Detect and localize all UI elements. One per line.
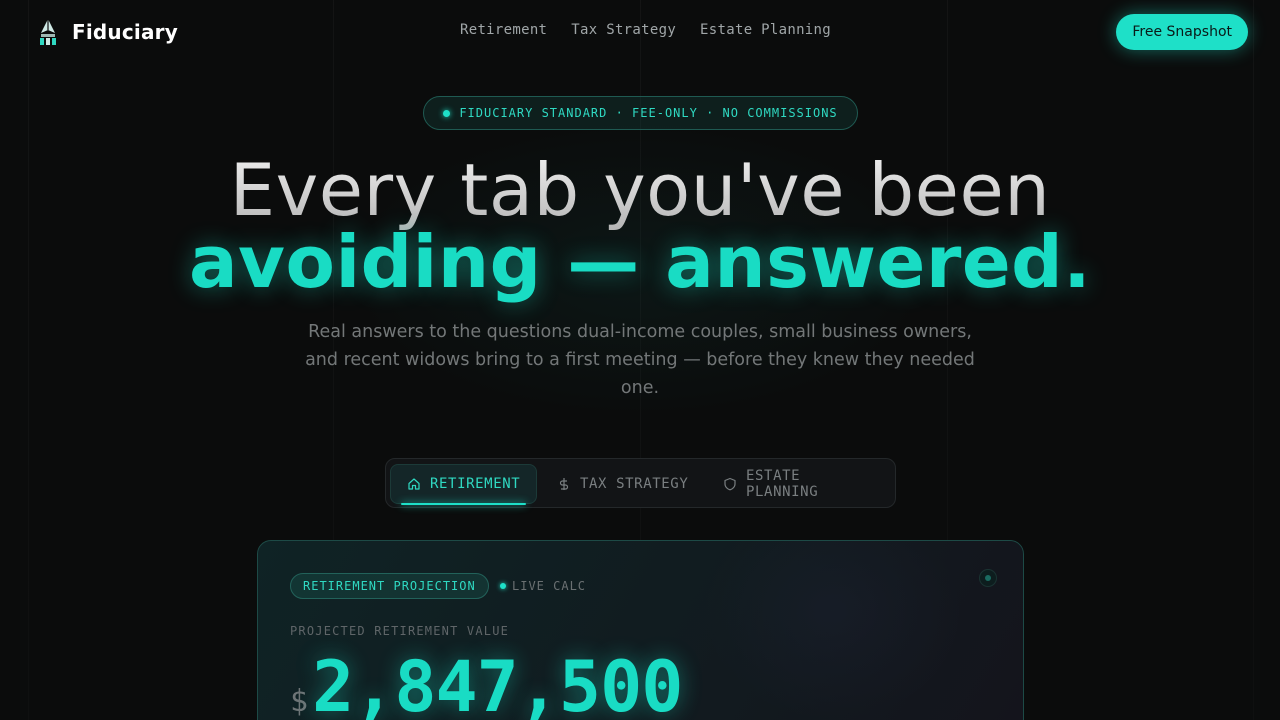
free-snapshot-button[interactable]: Free Snapshot	[1116, 14, 1248, 50]
nav-link-tax-strategy[interactable]: Tax Strategy	[571, 22, 676, 38]
metric-label: PROJECTED RETIREMENT VALUE	[290, 624, 510, 638]
hero-title-line1: Every tab you've been	[0, 150, 1280, 230]
projected-value-amount: 2,847,500	[312, 646, 683, 720]
shield-icon	[723, 477, 737, 491]
hero-title-line2: avoiding — answered.	[188, 220, 1092, 304]
topic-tabs: RETIREMENT TAX STRATEGY ESTATE PLANNING	[385, 458, 896, 508]
tab-tax-strategy[interactable]: TAX STRATEGY	[541, 464, 704, 504]
live-calc-indicator: LIVE CALC	[500, 579, 586, 593]
hero-subtitle: Real answers to the questions dual-incom…	[305, 322, 975, 398]
badge-dot-icon	[443, 109, 451, 117]
retirement-projection-card: RETIREMENT PROJECTION LIVE CALC PROJECTE…	[257, 540, 1024, 720]
tab-tax-strategy-label: TAX STRATEGY	[580, 476, 689, 492]
fountain-pen-logo-icon	[40, 19, 56, 45]
nav-link-retirement[interactable]: Retirement	[460, 22, 547, 38]
tab-estate-planning-label: ESTATE PLANNING	[746, 468, 819, 500]
card-pill: RETIREMENT PROJECTION	[290, 573, 489, 599]
projected-value: $ 2,847,500	[290, 646, 683, 720]
brand-name: Fiduciary	[72, 20, 178, 44]
top-nav: Fiduciary Retirement Tax Strategy Estate…	[0, 0, 1280, 64]
tab-retirement[interactable]: RETIREMENT	[390, 464, 538, 505]
currency-symbol: $	[290, 684, 309, 719]
status-light-icon	[979, 569, 997, 587]
live-dot-icon	[500, 583, 506, 589]
nav-link-estate-planning[interactable]: Estate Planning	[700, 22, 831, 38]
badge-text: FIDUCIARY STANDARD · FEE-ONLY · NO COMMI…	[459, 106, 838, 120]
standards-badge: FIDUCIARY STANDARD · FEE-ONLY · NO COMMI…	[423, 96, 858, 130]
tab-estate-planning[interactable]: ESTATE PLANNING	[707, 464, 895, 504]
tab-retirement-label: RETIREMENT	[430, 476, 521, 492]
nav-links: Retirement Tax Strategy Estate Planning	[460, 22, 831, 38]
home-icon	[407, 477, 421, 491]
brand[interactable]: Fiduciary	[36, 17, 178, 47]
live-calc-label: LIVE CALC	[512, 579, 587, 593]
dollar-icon	[557, 477, 571, 491]
